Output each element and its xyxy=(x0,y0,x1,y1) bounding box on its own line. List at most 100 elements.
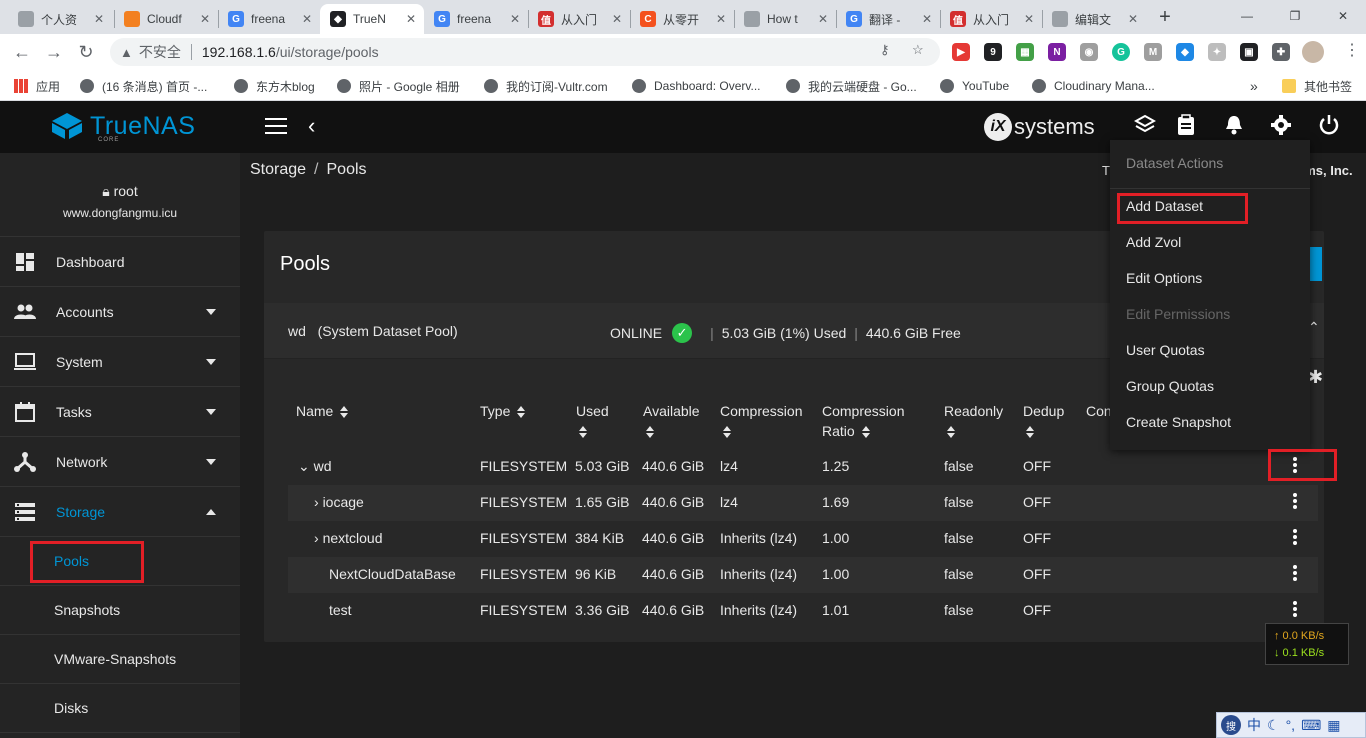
browser-tab-10[interactable]: 编辑文 ✕ xyxy=(1042,4,1146,34)
tab-close-icon[interactable]: ✕ xyxy=(510,12,520,26)
more-vert-icon[interactable] xyxy=(1292,601,1298,619)
dataset-name[interactable]: ⌄ wd xyxy=(298,458,332,475)
new-tab-button[interactable]: + xyxy=(1154,4,1176,30)
column-header-name[interactable]: Name xyxy=(296,401,349,421)
pool-operations-gear-icon[interactable]: ✱ xyxy=(1308,367,1323,388)
table-row-iocage[interactable]: › iocage FILESYSTEM 1.65 GiB 440.6 GiB l… xyxy=(288,485,1318,521)
table-row-test[interactable]: test FILESYSTEM 3.36 GiB 440.6 GiB Inher… xyxy=(288,593,1318,629)
profile-avatar[interactable] xyxy=(1302,41,1324,63)
truenas-logo[interactable]: TrueNAS CORE xyxy=(50,111,195,143)
bookmark-item[interactable]: YouTube xyxy=(940,76,1009,96)
extension-icon[interactable]: ✦ xyxy=(1208,43,1226,61)
browser-tab-9[interactable]: 值从入门 ✕ xyxy=(940,4,1042,34)
extension-icon[interactable]: ▣ xyxy=(1240,43,1258,61)
bookmark-item[interactable]: Cloudinary Mana... xyxy=(1032,76,1155,96)
extension-icon[interactable]: ▦ xyxy=(1016,43,1034,61)
puzzle-extensions-icon[interactable]: ✚ xyxy=(1272,43,1290,61)
bell-icon[interactable] xyxy=(1224,114,1244,142)
ime-menu-icon[interactable]: ▦ xyxy=(1327,717,1340,734)
tab-close-icon[interactable]: ✕ xyxy=(612,12,622,26)
tab-close-icon[interactable]: ✕ xyxy=(200,12,210,26)
browser-tab-4[interactable]: Gfreena ✕ xyxy=(424,4,528,34)
truecommand-icon[interactable] xyxy=(1133,114,1157,142)
expand-chevron-down-icon[interactable]: ⌄ xyxy=(298,458,310,474)
forward-arrow-icon[interactable]: → xyxy=(42,40,66,64)
keyboard-icon[interactable]: ⌨ xyxy=(1301,717,1321,734)
column-header-comments[interactable]: Con xyxy=(1086,401,1112,421)
browser-tab-8[interactable]: G 翻译 - ✕ xyxy=(836,4,940,34)
menu-item-edit-options[interactable]: Edit Options xyxy=(1126,270,1202,286)
power-icon[interactable] xyxy=(1318,114,1340,142)
more-vert-icon[interactable] xyxy=(1292,565,1298,583)
sidebar-item-storage[interactable]: Storage xyxy=(0,487,240,537)
browser-tab-6[interactable]: C 从零开 ✕ xyxy=(630,4,734,34)
bookmark-item[interactable]: 我的订阅-Vultr.com xyxy=(484,76,608,96)
more-vert-icon[interactable] xyxy=(1292,493,1298,511)
table-row-nextcloud[interactable]: › nextcloud FILESYSTEM 384 KiB 440.6 GiB… xyxy=(288,521,1318,557)
extension-icon[interactable]: ◆ xyxy=(1176,43,1194,61)
bookmark-item[interactable]: 照片 - Google 相册 xyxy=(337,76,460,96)
menu-item-user-quotas[interactable]: User Quotas xyxy=(1126,342,1205,358)
extension-icon[interactable]: 9 xyxy=(984,43,1002,61)
dataset-name[interactable]: NextCloudDataBase xyxy=(329,566,456,582)
tab-close-icon[interactable]: ✕ xyxy=(818,12,828,26)
sidebar-item-network[interactable]: Network xyxy=(0,437,240,487)
sidebar-item-accounts[interactable]: Accounts xyxy=(0,287,240,337)
key-icon[interactable]: ⚷ xyxy=(880,42,890,58)
breadcrumb-storage[interactable]: Storage xyxy=(250,161,306,178)
browser-tab-0[interactable]: 个人资 ✕ xyxy=(8,4,112,34)
gear-icon[interactable] xyxy=(1270,114,1292,142)
column-header-compression[interactable]: Compression xyxy=(720,401,802,441)
gmail-extension-icon[interactable]: M xyxy=(1144,43,1162,61)
browser-tab-7[interactable]: How t ✕ xyxy=(734,4,836,34)
tab-close-icon[interactable]: ✕ xyxy=(1024,12,1034,26)
browser-menu-icon[interactable]: ⋮ xyxy=(1344,40,1360,60)
tab-close-icon[interactable]: ✕ xyxy=(1128,12,1138,26)
sidebar-subitem-snapshots[interactable]: Snapshots xyxy=(0,586,240,635)
browser-tab-5[interactable]: 值从入门 ✕ xyxy=(528,4,630,34)
bookmarks-overflow-button[interactable]: » xyxy=(1250,76,1258,96)
ime-mode-label[interactable]: 中 xyxy=(1247,715,1261,735)
dataset-name[interactable]: test xyxy=(329,602,352,618)
menu-item-create-snapshot[interactable]: Create Snapshot xyxy=(1126,414,1231,430)
reload-icon[interactable]: ↻ xyxy=(74,40,98,64)
dataset-name[interactable]: › nextcloud xyxy=(314,530,383,546)
grammarly-extension-icon[interactable]: G xyxy=(1112,43,1130,61)
bookmark-star-icon[interactable]: ☆ xyxy=(912,42,924,58)
back-arrow-icon[interactable]: ← xyxy=(10,40,34,64)
restore-window-icon[interactable]: ❐ xyxy=(1272,4,1318,28)
tab-close-icon[interactable]: ✕ xyxy=(716,12,726,26)
chevron-left-icon[interactable]: ‹ xyxy=(308,113,315,139)
menu-item-group-quotas[interactable]: Group Quotas xyxy=(1126,378,1214,394)
browser-tab-2[interactable]: Gfreena ✕ xyxy=(218,4,320,34)
sidebar-item-system[interactable]: System xyxy=(0,337,240,387)
sidebar-subitem-vmware-snapshots[interactable]: VMware-Snapshots xyxy=(0,635,240,684)
moon-icon[interactable]: ☾ xyxy=(1267,717,1280,734)
bookmark-item[interactable]: 我的云端硬盘 - Go... xyxy=(786,76,917,96)
dataset-name[interactable]: › iocage xyxy=(314,494,364,510)
tab-close-icon[interactable]: ✕ xyxy=(406,12,416,26)
sidebar-item-dashboard[interactable]: Dashboard xyxy=(0,237,240,287)
bookmark-item[interactable]: 东方木blog xyxy=(234,76,315,96)
address-bar[interactable]: ▲ 不安全 192.168.1.6/ui/storage/pools xyxy=(110,38,940,66)
column-header-available[interactable]: Available xyxy=(643,401,700,441)
other-bookmarks[interactable]: 其他书签 xyxy=(1282,76,1352,96)
clipboard-icon[interactable] xyxy=(1176,114,1196,142)
add-pool-button[interactable] xyxy=(1308,247,1322,281)
bookmark-apps[interactable]: 应用 xyxy=(14,76,60,96)
bookmark-item[interactable]: (16 条消息) 首页 -... xyxy=(80,76,207,96)
column-header-used[interactable]: Used xyxy=(576,401,609,441)
onenote-extension-icon[interactable]: N xyxy=(1048,43,1066,61)
table-row-wd[interactable]: ⌄ wd FILESYSTEM 5.03 GiB 440.6 GiB lz4 1… xyxy=(288,449,1318,485)
browser-tab-3-active[interactable]: ◆ TrueN ✕ xyxy=(320,4,424,34)
sidebar-item-tasks[interactable]: Tasks xyxy=(0,387,240,437)
more-vert-icon[interactable] xyxy=(1292,529,1298,547)
punctuation-icon[interactable]: °, xyxy=(1286,717,1296,733)
tab-close-icon[interactable]: ✕ xyxy=(922,12,932,26)
table-row-nextclouddatabase[interactable]: NextCloudDataBase FILESYSTEM 96 KiB 440.… xyxy=(288,557,1318,593)
close-window-icon[interactable]: ✕ xyxy=(1320,4,1366,28)
tab-close-icon[interactable]: ✕ xyxy=(302,12,312,26)
column-header-dedup[interactable]: Dedup xyxy=(1023,401,1064,441)
ixsystems-logo[interactable]: iX systems xyxy=(984,113,1095,141)
minimize-window-icon[interactable]: — xyxy=(1224,4,1270,28)
